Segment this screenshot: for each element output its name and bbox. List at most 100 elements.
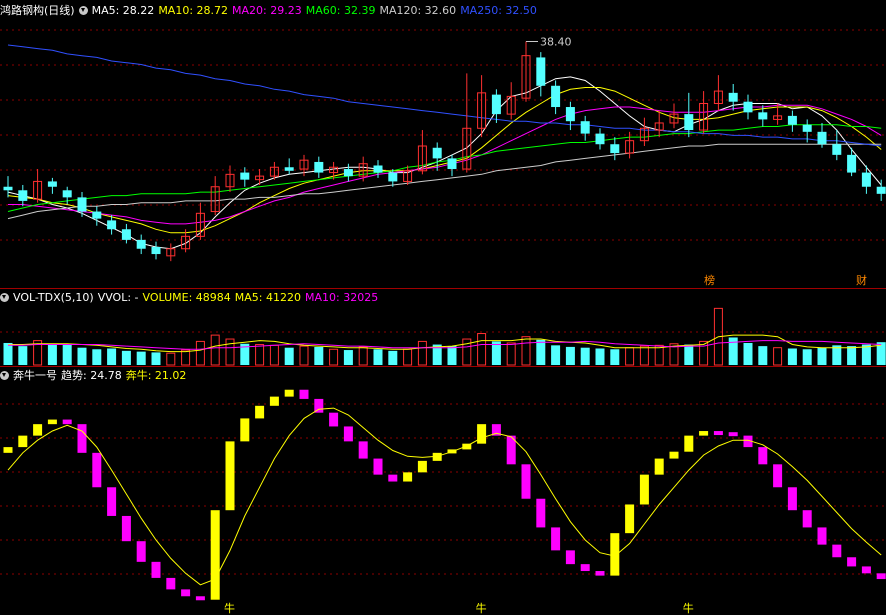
candle-body [758,112,768,120]
candle-body [388,172,398,182]
volume-bar [832,345,842,365]
volume-bar [625,347,635,366]
volume-bar [403,348,413,366]
volume-bar [477,333,487,366]
candle-body [684,114,694,131]
trend-block [225,441,235,511]
volume-bar [654,344,664,366]
trend-block [299,389,309,399]
trend-block [166,577,176,590]
trend-block [876,573,886,580]
trend-block [388,474,398,482]
trend-block [136,541,146,562]
ma-line-ma250 [7,44,882,147]
high-price-label: 38.40 [540,35,572,48]
candle-body [551,85,561,108]
trend-block [358,441,368,459]
candle-body [832,144,842,155]
volume-bar [417,340,427,366]
volume-bar [565,346,575,365]
candle-body [136,239,146,249]
volume-bar [284,347,294,365]
trend-block [18,435,28,448]
trend-block [477,424,487,444]
trend-block [373,458,383,475]
candle-body [610,144,620,154]
volume-bar [447,346,457,365]
volume-bar [521,336,531,366]
trend-block [595,571,605,576]
candle-body [743,101,753,113]
trend-block [284,389,294,397]
candle-body [77,197,87,212]
trend-block [33,424,43,436]
chart-root: { "main": { "stock_name": "鸿路钢构(日线)", "m… [0,0,886,615]
candle-body [47,181,57,187]
volume-bar [269,344,279,366]
candle-body [595,133,605,145]
trend-block [107,487,117,516]
trend-block [77,424,87,453]
volume-bar [639,345,649,366]
candle-body [432,147,442,159]
bull-marker: 牛 [224,601,235,615]
trend-block [151,561,161,578]
trend-block [832,544,842,558]
volume-bar [743,342,753,365]
trend-block [551,527,561,551]
volume-bar [92,349,102,365]
volume-bar [181,349,191,366]
volume-bar [314,346,324,365]
candle-body [151,246,161,255]
trend-block [210,510,220,600]
volume-bar [595,348,605,365]
ma-line-ma120 [7,143,882,220]
volume-bar [610,349,620,365]
candle-body [121,229,131,240]
candle-body [314,161,324,173]
volume-bar [18,346,28,365]
volume-bar [77,347,87,365]
volume-bar [787,348,797,365]
bull-marker: 牛 [683,601,694,615]
ma-line-ma60 [7,124,882,212]
trend-block [728,432,738,437]
bull-marker: 牛 [476,601,487,615]
volume-bar [210,334,220,366]
volume-bar [536,339,546,365]
trend-block [817,527,827,545]
volume-bar [802,349,812,365]
trend-block [580,564,590,572]
trend-block [417,460,427,473]
volume-bar [3,342,13,365]
volume-bar [580,347,590,365]
event-marker-finance: 财 [856,273,867,287]
trend-block [773,464,783,488]
trend-block [847,557,857,567]
trend-block [684,435,694,452]
candle-body [728,92,738,102]
volume-bar [773,347,783,366]
candle-body [447,158,457,170]
volume-bar [166,352,176,366]
trend-block [654,458,664,475]
trend-block [521,464,531,499]
ma-line-ma20 [8,104,882,225]
volume-bar [47,343,57,365]
candle-body [802,124,812,132]
trend-block [343,426,353,442]
trend-block [713,431,723,436]
volume-bar [551,345,561,365]
trend-block [669,451,679,459]
volume-bar [758,346,768,365]
candle-body [18,190,28,201]
trend-block [3,447,13,453]
candle-body [817,131,827,145]
volume-bar [255,344,265,366]
trend-block [121,515,131,542]
volume-bar [817,347,827,365]
candle-body [284,167,294,171]
candle-body [565,107,575,122]
candle-body [536,57,546,86]
trend-block [787,487,797,511]
